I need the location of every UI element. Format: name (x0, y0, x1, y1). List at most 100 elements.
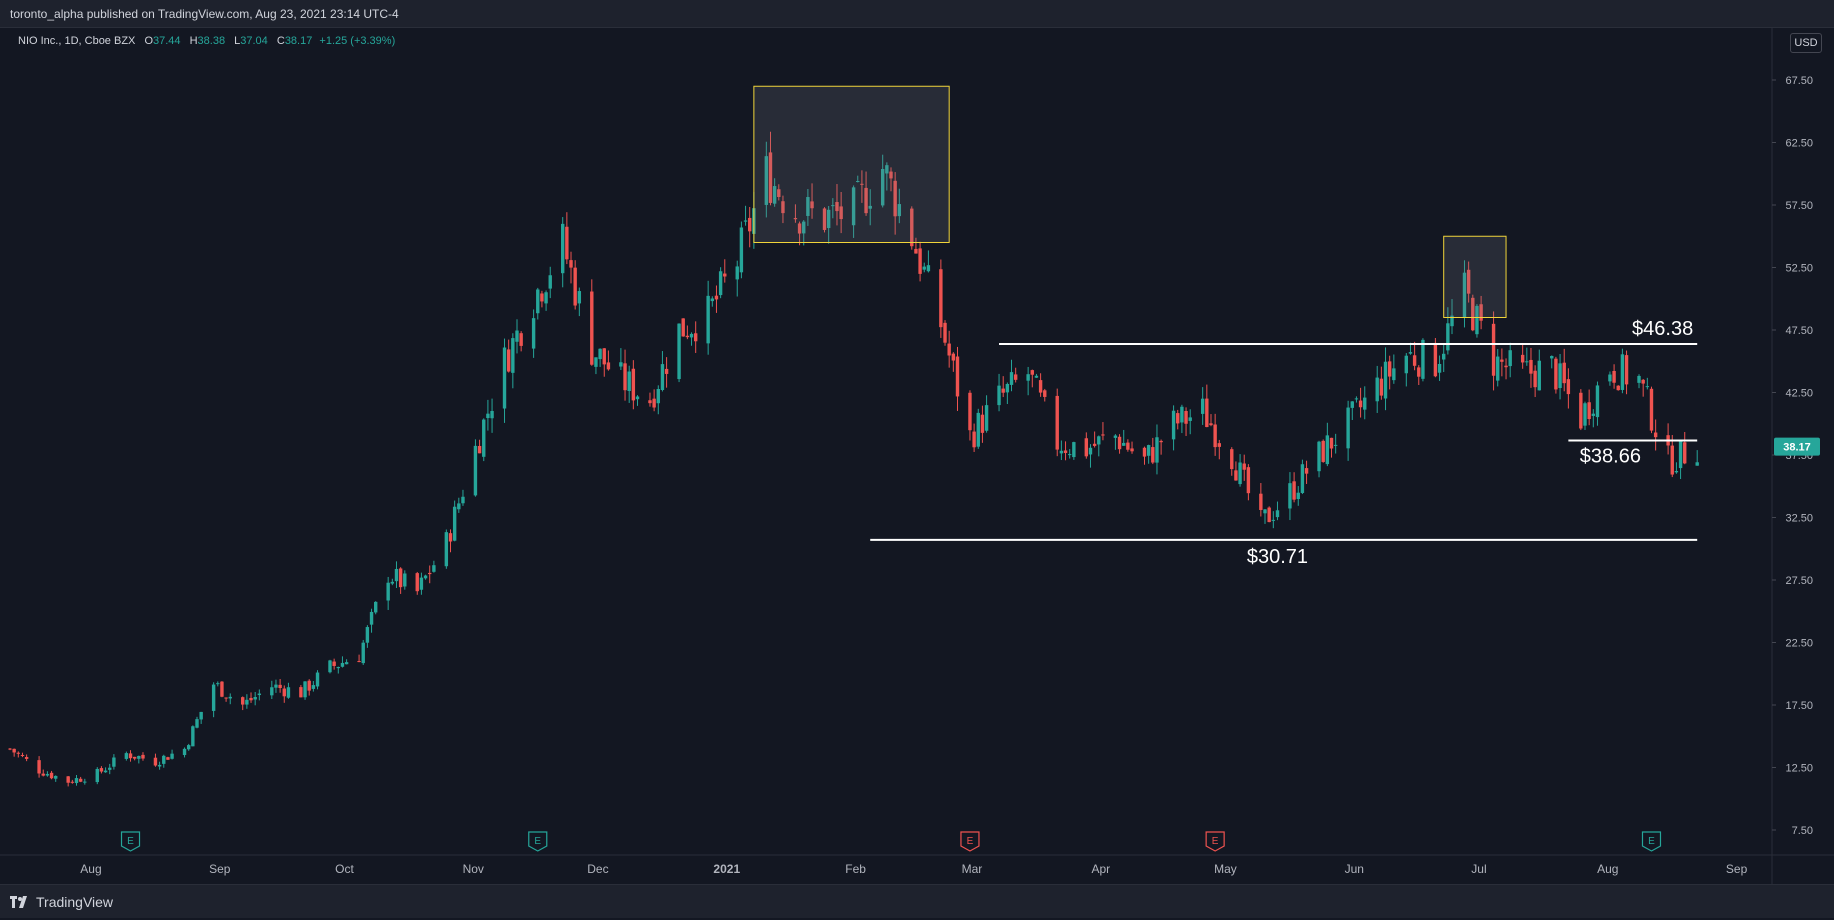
candle-body (577, 291, 582, 304)
candle-body (1067, 454, 1072, 456)
candle-body (1026, 374, 1030, 381)
candle-body (1579, 392, 1583, 429)
candle-body (220, 681, 224, 697)
candle-body (162, 755, 166, 764)
candle-body (124, 753, 129, 759)
y-tick-label: 67.50 (1785, 75, 1813, 87)
candle-body (137, 755, 141, 759)
candle-body (398, 568, 403, 588)
candle-body (1238, 462, 1242, 485)
candle-body (1533, 370, 1537, 388)
x-tick-label: Feb (845, 862, 866, 876)
candle-body (980, 414, 985, 433)
candle-body (1246, 467, 1251, 494)
candle-body (1591, 413, 1596, 416)
candle-body (369, 611, 374, 625)
candle-body (1259, 493, 1263, 510)
candle-body (461, 496, 465, 504)
footer-bar: TradingView (0, 884, 1834, 918)
candle-body (452, 506, 457, 541)
candle-body (590, 291, 594, 365)
candle-body (561, 223, 565, 274)
candle-body (939, 269, 943, 328)
candle-body (1329, 437, 1334, 449)
candle-body (8, 748, 12, 750)
candle-body (78, 778, 83, 782)
candle-body (286, 687, 291, 698)
candle-body (1072, 442, 1076, 458)
candle-body (635, 396, 640, 400)
candle-body (1616, 385, 1620, 391)
candle-body (947, 343, 951, 356)
candle-body (1300, 464, 1305, 493)
candle-body (1005, 383, 1010, 393)
candle-body (1288, 483, 1292, 509)
candle-body (1379, 378, 1384, 396)
candle-body (1084, 438, 1089, 457)
candle-body (186, 745, 191, 750)
x-tick-label: Mar (962, 862, 983, 876)
candle-body (1142, 447, 1147, 457)
candle-body (1446, 323, 1450, 351)
level-label: $38.66 (1580, 446, 1641, 468)
candle-body (1433, 342, 1438, 377)
candle-body (1030, 370, 1034, 375)
candle-body (506, 349, 511, 372)
candle-body (170, 753, 174, 759)
footer-brand: TradingView (36, 894, 114, 910)
candle-body (710, 298, 715, 302)
candle-body (182, 748, 187, 756)
candle-body (1392, 368, 1396, 381)
candle-body (1350, 401, 1354, 408)
candle-body (1363, 397, 1367, 410)
candle-body (99, 768, 104, 772)
candle-body (278, 684, 282, 688)
candle-body (390, 581, 395, 584)
candle-body (1678, 439, 1683, 469)
y-tick-label: 47.50 (1785, 325, 1813, 337)
candle-body (540, 293, 544, 302)
candle-body (74, 778, 79, 784)
candle-body (1296, 492, 1300, 500)
candle-body (718, 271, 723, 296)
candle-body (415, 573, 419, 592)
currency-button[interactable]: USD (1790, 33, 1822, 53)
candle-body (984, 405, 989, 431)
x-tick-label: Apr (1091, 862, 1110, 876)
candle-body (1130, 448, 1134, 452)
candle-body (1117, 436, 1122, 450)
candle-body (49, 772, 54, 779)
candle-body (428, 572, 432, 575)
candle-body (1520, 354, 1525, 363)
candle-body (1151, 447, 1155, 463)
candle-body (477, 445, 482, 454)
candle-body (1404, 355, 1409, 374)
earnings-marker-label: E (967, 836, 974, 847)
candle-body (241, 697, 245, 705)
candle-body (448, 533, 453, 542)
candle-body (1637, 375, 1641, 383)
candle-body (490, 410, 494, 419)
x-tick-label: Sep (209, 862, 231, 876)
candle-body (228, 696, 232, 699)
candle-body (1321, 440, 1325, 462)
candle-body (1412, 355, 1417, 366)
candle-body (519, 333, 523, 346)
candle-body (1504, 365, 1508, 368)
candle-body (54, 775, 58, 779)
candle-body (664, 368, 669, 374)
price-chart[interactable]: 67.5062.5057.5052.5047.5042.5037.5032.50… (0, 0, 1834, 918)
candle-body (365, 627, 370, 643)
candle-body (340, 662, 345, 667)
y-tick-label: 22.50 (1785, 638, 1813, 650)
candle-body (1043, 390, 1047, 397)
candle-body (473, 445, 478, 496)
x-tick-label: May (1214, 862, 1237, 876)
candle-body (1180, 406, 1184, 423)
candle-body (1038, 380, 1043, 393)
candle-body (748, 217, 752, 232)
candle-body (103, 770, 108, 773)
candle-body (548, 275, 552, 289)
candle-body (386, 582, 390, 601)
candle-body (515, 330, 519, 342)
